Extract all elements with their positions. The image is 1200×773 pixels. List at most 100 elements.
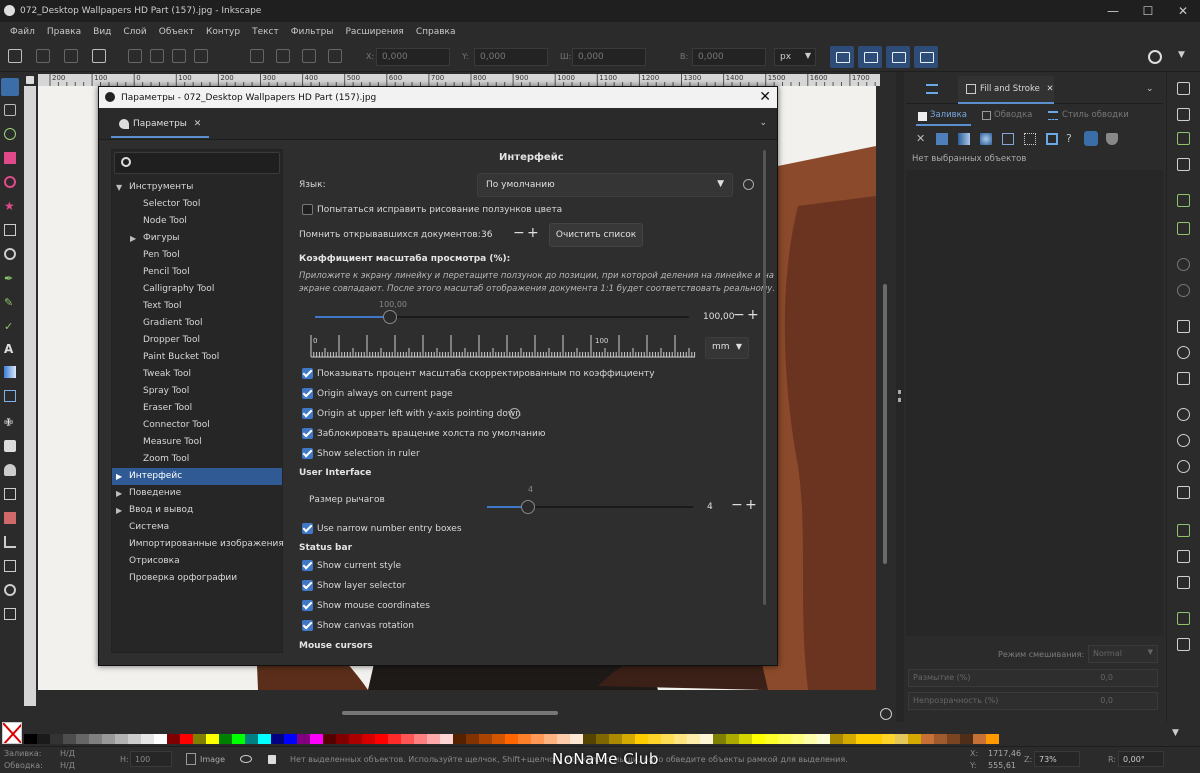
- decrement-icon[interactable]: −: [733, 307, 745, 323]
- origin-current-page-checkbox[interactable]: [302, 388, 313, 399]
- palette-swatch[interactable]: [505, 734, 518, 744]
- horizontal-ruler[interactable]: 200 100 0 100 200 300 400 500 600 700 800 900 1000 11…: [38, 74, 880, 86]
- select-all-icon[interactable]: [8, 49, 22, 63]
- menu-layer[interactable]: Слой: [117, 27, 152, 37]
- menu-filters[interactable]: Фильтры: [285, 27, 340, 37]
- undo-icon[interactable]: [1177, 258, 1190, 271]
- mesh-tool-icon[interactable]: [4, 390, 16, 402]
- palette-swatch[interactable]: [50, 734, 63, 744]
- remember-docs-spin[interactable]: 36 − +: [477, 225, 541, 245]
- ungroup-icon[interactable]: [1177, 638, 1190, 651]
- menu-text[interactable]: Текст: [246, 27, 285, 37]
- palette-swatch[interactable]: [726, 734, 739, 744]
- palette-swatch[interactable]: [492, 734, 505, 744]
- import-icon[interactable]: [1177, 194, 1190, 207]
- palette-swatch[interactable]: [102, 734, 115, 744]
- unit-select[interactable]: px ▼: [774, 48, 816, 66]
- palette-swatch[interactable]: [687, 734, 700, 744]
- tree-item-tools[interactable]: ▼ Инструменты: [112, 179, 282, 196]
- fill-rule-evenodd-icon[interactable]: [1084, 131, 1098, 146]
- print-icon[interactable]: [1177, 158, 1190, 171]
- language-select[interactable]: По умолчанию ▼: [477, 173, 733, 197]
- vertical-ruler[interactable]: [24, 86, 36, 706]
- rectangle-tool-icon[interactable]: [4, 152, 16, 164]
- palette-swatch[interactable]: [414, 734, 427, 744]
- palette-swatch[interactable]: [349, 734, 362, 744]
- palette-swatch[interactable]: [544, 734, 557, 744]
- spray-tool-icon[interactable]: [4, 488, 16, 500]
- copy-icon[interactable]: [1177, 320, 1190, 333]
- swatch-icon[interactable]: [1046, 133, 1058, 145]
- redo-icon[interactable]: [1177, 284, 1190, 297]
- zoom-tool-icon[interactable]: [4, 584, 16, 596]
- selector-tool-icon[interactable]: [1, 78, 19, 96]
- pencil-tool-icon[interactable]: ✎: [4, 296, 16, 309]
- tab-preferences[interactable]: Параметры ✕: [111, 114, 210, 138]
- show-selection-ruler-checkbox[interactable]: [302, 448, 313, 459]
- ruler-unit-select[interactable]: mm ▼: [705, 337, 749, 359]
- palette-swatch[interactable]: [661, 734, 674, 744]
- lock-rotation-checkbox[interactable]: [302, 428, 313, 439]
- palette-swatch[interactable]: [427, 734, 440, 744]
- search-input[interactable]: [114, 152, 280, 174]
- blur-field[interactable]: Размытие (%) 0,0: [908, 669, 1158, 687]
- palette-swatch[interactable]: [362, 734, 375, 744]
- node-tool-icon[interactable]: [4, 104, 16, 116]
- palette-swatch[interactable]: [804, 734, 817, 744]
- rotate-cw-icon[interactable]: [150, 49, 164, 63]
- flip-vertical-icon[interactable]: [194, 49, 208, 63]
- palette-swatch[interactable]: [960, 734, 973, 744]
- y-field[interactable]: 0,000: [474, 48, 548, 66]
- palette-swatch[interactable]: [466, 734, 479, 744]
- menu-extensions[interactable]: Расширения: [339, 27, 409, 37]
- handle-size-spin[interactable]: 4 − +: [707, 497, 757, 516]
- transform-gradients-toggle[interactable]: [886, 46, 910, 68]
- x-field[interactable]: 0,000: [376, 48, 450, 66]
- palette-swatch[interactable]: [752, 734, 765, 744]
- palette-swatch[interactable]: [375, 734, 388, 744]
- menu-view[interactable]: Вид: [87, 27, 117, 37]
- palette-swatch[interactable]: [453, 734, 466, 744]
- palette-swatch[interactable]: [830, 734, 843, 744]
- palette-swatch[interactable]: [765, 734, 778, 744]
- unlink-clone-icon[interactable]: [1177, 576, 1190, 589]
- pattern-icon[interactable]: [1024, 133, 1036, 145]
- text-tool-icon[interactable]: A: [4, 342, 16, 356]
- horizontal-scrollbar[interactable]: [342, 711, 558, 715]
- tree-item-tool[interactable]: Connector Tool: [112, 417, 282, 434]
- tree-item-tool[interactable]: Text Tool: [112, 298, 282, 315]
- palette-swatch[interactable]: [856, 734, 869, 744]
- tree-item-tool[interactable]: Node Tool: [112, 213, 282, 230]
- blend-mode-select[interactable]: Normal ▼: [1088, 645, 1158, 663]
- handle-size-slider[interactable]: [487, 500, 693, 514]
- palette-swatch[interactable]: [89, 734, 102, 744]
- minimize-button[interactable]: —: [1096, 0, 1130, 22]
- palette-swatch[interactable]: [193, 734, 206, 744]
- palette-swatch[interactable]: [986, 734, 999, 744]
- paint-bucket-tool-icon[interactable]: [4, 440, 16, 452]
- palette-swatch[interactable]: [570, 734, 583, 744]
- palette-swatch[interactable]: [258, 734, 271, 744]
- ellipse-tool-icon[interactable]: [4, 176, 16, 188]
- palette-swatch[interactable]: [609, 734, 622, 744]
- layer-visibility-icon[interactable]: [240, 755, 252, 763]
- increment-icon[interactable]: +: [527, 225, 539, 241]
- rotate-ccw-icon[interactable]: [128, 49, 142, 63]
- tree-item-tool[interactable]: Measure Tool: [112, 434, 282, 451]
- maximize-button[interactable]: ☐: [1131, 0, 1165, 22]
- pen-tool-icon[interactable]: ✒: [4, 272, 16, 285]
- layers-icon[interactable]: [926, 84, 938, 94]
- palette-swatch[interactable]: [648, 734, 661, 744]
- ruler-corner-lock-icon[interactable]: [26, 76, 34, 84]
- pages-tool-icon[interactable]: [4, 560, 16, 572]
- decrement-icon[interactable]: −: [731, 497, 743, 513]
- clear-list-button[interactable]: Очистить список: [549, 223, 643, 247]
- handle-slider-knob[interactable]: [521, 500, 536, 514]
- palette-swatch[interactable]: [908, 734, 921, 744]
- connector-tool-icon[interactable]: [4, 536, 16, 548]
- tree-item-rendering[interactable]: Отрисовка: [112, 553, 282, 570]
- no-color-swatch[interactable]: [2, 722, 22, 744]
- palette-swatch[interactable]: [674, 734, 687, 744]
- palette-swatch[interactable]: [271, 734, 284, 744]
- snap-options-icon[interactable]: ▼: [1178, 50, 1185, 60]
